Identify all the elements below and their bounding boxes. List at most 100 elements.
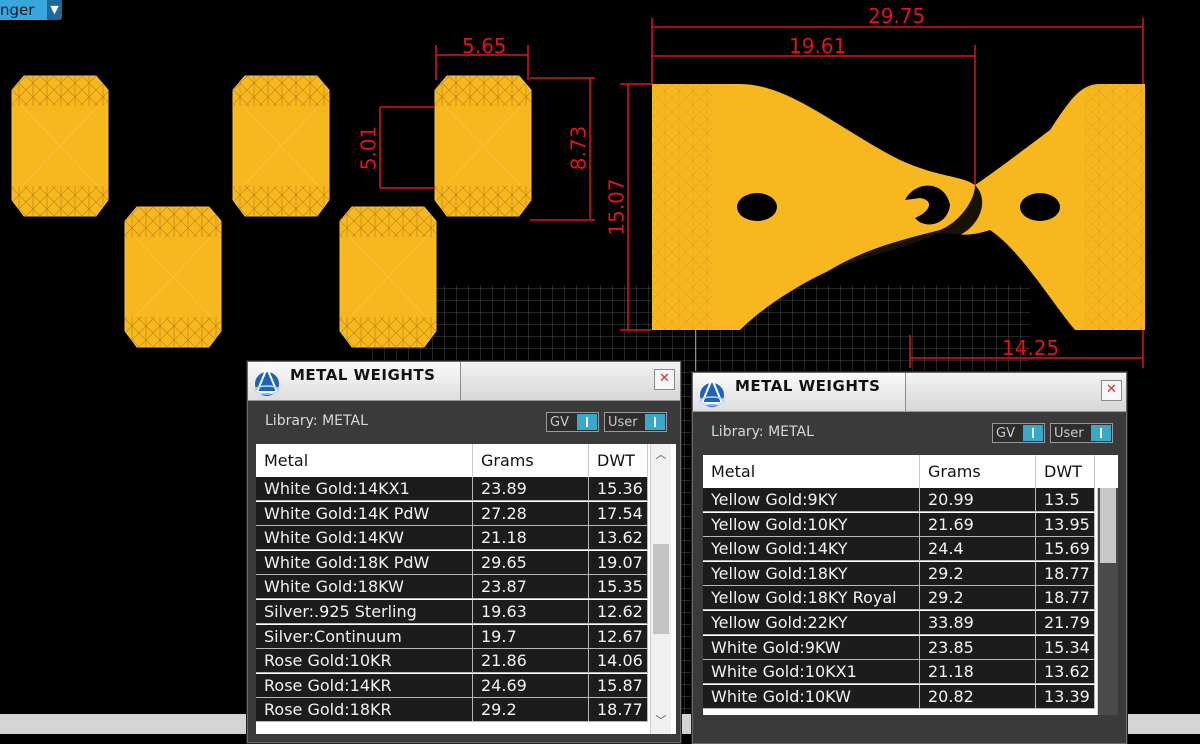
panel-titlebar[interactable]: METAL WEIGHTS ✕ bbox=[248, 362, 680, 401]
cell-grams: 23.85 bbox=[920, 635, 1036, 660]
panel-title: METAL WEIGHTS bbox=[735, 377, 881, 395]
table-row[interactable]: Rose Gold:10KR 21.86 14.06 bbox=[256, 649, 648, 674]
toggle-knob bbox=[577, 414, 597, 430]
cell-metal: White Gold:10KW bbox=[703, 684, 920, 709]
cell-dwt: 15.87 bbox=[589, 673, 648, 698]
cell-dwt: 17.54 bbox=[589, 501, 648, 526]
cell-grams: 19.7 bbox=[473, 624, 589, 649]
table-row[interactable]: White Gold:14KX1 23.89 15.36 bbox=[256, 477, 648, 501]
table-row[interactable]: Yellow Gold:18KY Royal 29.2 18.77 bbox=[703, 586, 1095, 611]
table-row[interactable]: White Gold:14KW 21.18 13.62 bbox=[256, 526, 648, 551]
cell-metal: Yellow Gold:10KY bbox=[703, 512, 920, 537]
library-label: Library: METAL bbox=[265, 413, 368, 429]
cell-dwt: 18.77 bbox=[589, 698, 648, 723]
toggle-knob bbox=[1023, 425, 1043, 441]
column-header-metal[interactable]: Metal bbox=[703, 455, 920, 488]
cell-metal: Rose Gold:10KR bbox=[256, 649, 473, 674]
table-row[interactable]: Yellow Gold:9KY 20.99 13.5 bbox=[703, 488, 1095, 512]
cell-metal: Yellow Gold:14KY bbox=[703, 537, 920, 562]
cell-dwt: 18.77 bbox=[1036, 586, 1095, 611]
close-button[interactable]: ✕ bbox=[654, 369, 675, 390]
panel-titlebar[interactable]: METAL WEIGHTS ✕ bbox=[693, 373, 1126, 412]
cell-grams: 27.28 bbox=[473, 501, 589, 526]
column-header-grams[interactable]: Grams bbox=[473, 444, 589, 477]
cell-metal: White Gold:14K PdW bbox=[256, 501, 473, 526]
scrollbar-thumb[interactable] bbox=[653, 544, 669, 634]
cell-dwt: 15.34 bbox=[1036, 635, 1095, 660]
gem-4 bbox=[124, 206, 222, 348]
cell-grams: 33.89 bbox=[920, 611, 1036, 635]
gem-5 bbox=[339, 206, 437, 348]
panel-title: METAL WEIGHTS bbox=[290, 366, 436, 384]
table-row[interactable]: Yellow Gold:18KY 29.2 18.77 bbox=[703, 561, 1095, 586]
metal-table: Metal Grams DWT White Gold:14KX1 23.89 15.… bbox=[256, 444, 676, 734]
dimension-label: 29.75 bbox=[868, 4, 926, 28]
cell-dwt: 21.79 bbox=[1036, 611, 1095, 635]
cell-metal: Yellow Gold:9KY bbox=[703, 488, 920, 512]
dimension-label: 15.07 bbox=[604, 178, 629, 236]
cell-metal: White Gold:9KW bbox=[703, 635, 920, 660]
table-row[interactable]: White Gold:18K PdW 29.65 19.07 bbox=[256, 550, 648, 575]
metal-weights-app-icon bbox=[254, 365, 280, 396]
dimension-label: 8.73 bbox=[566, 125, 591, 171]
cell-grams: 29.2 bbox=[920, 586, 1036, 611]
gem-1 bbox=[11, 75, 109, 217]
scrollbar-thumb[interactable] bbox=[1100, 488, 1116, 563]
cell-grams: 24.69 bbox=[473, 673, 589, 698]
cell-dwt: 12.62 bbox=[589, 600, 648, 624]
close-icon: ✕ bbox=[659, 371, 670, 386]
mode-dropdown[interactable]: nger ▼ bbox=[0, 0, 62, 20]
cell-dwt: 15.35 bbox=[589, 575, 648, 600]
cell-metal: Silver:.925 Sterling bbox=[256, 600, 473, 624]
cell-metal: Rose Gold:14KR bbox=[256, 673, 473, 698]
gv-toggle-label: GV bbox=[550, 415, 569, 430]
table-row[interactable]: White Gold:10KW 20.82 13.39 bbox=[703, 684, 1095, 709]
table-row[interactable]: Silver:.925 Sterling 19.63 12.62 bbox=[256, 600, 648, 624]
table-row[interactable]: Rose Gold:14KR 24.69 15.87 bbox=[256, 673, 648, 698]
user-toggle[interactable]: User bbox=[604, 412, 667, 432]
ring-shank-shape bbox=[652, 84, 1145, 330]
table-row[interactable]: White Gold:14K PdW 27.28 17.54 bbox=[256, 501, 648, 526]
user-toggle[interactable]: User bbox=[1050, 423, 1113, 443]
triangle-down-icon[interactable]: ▼ bbox=[47, 0, 62, 20]
cell-metal: White Gold:14KX1 bbox=[256, 477, 473, 501]
panel-body: Library: METAL GV User Metal Grams DWT Y… bbox=[693, 412, 1126, 743]
table-row[interactable]: Silver:Continuum 19.7 12.67 bbox=[256, 624, 648, 649]
dimension-label: 5.01 bbox=[356, 125, 381, 171]
column-header-dwt[interactable]: DWT bbox=[1036, 455, 1095, 488]
dimension-label: 14.25 bbox=[1002, 336, 1060, 360]
cell-grams: 21.86 bbox=[473, 649, 589, 674]
cell-grams: 29.65 bbox=[473, 550, 589, 575]
dimension-label: 5.65 bbox=[462, 34, 507, 58]
cell-metal: White Gold:14KW bbox=[256, 526, 473, 551]
table-header: Metal Grams DWT bbox=[703, 455, 1095, 488]
column-header-metal[interactable]: Metal bbox=[256, 444, 473, 477]
table-row[interactable]: White Gold:9KW 23.85 15.34 bbox=[703, 635, 1095, 660]
column-header-grams[interactable]: Grams bbox=[920, 455, 1036, 488]
metal-table: Metal Grams DWT Yellow Gold:9KY 20.99 13.5… bbox=[703, 455, 1118, 715]
table-row[interactable]: Yellow Gold:10KY 21.69 13.95 bbox=[703, 512, 1095, 537]
cell-grams: 29.2 bbox=[920, 561, 1036, 586]
cell-dwt: 14.06 bbox=[589, 649, 648, 674]
dimension-label: 19.61 bbox=[789, 34, 847, 58]
metal-weights-panel-left: METAL WEIGHTS ✕ Library: METAL GV User M… bbox=[247, 361, 681, 743]
gv-toggle[interactable]: GV bbox=[992, 423, 1045, 443]
table-header: Metal Grams DWT bbox=[256, 444, 648, 477]
cell-grams: 21.18 bbox=[473, 526, 589, 551]
table-row[interactable]: White Gold:18KW 23.87 15.35 bbox=[256, 575, 648, 600]
close-button[interactable]: ✕ bbox=[1101, 380, 1122, 401]
table-row[interactable]: Yellow Gold:22KY 33.89 21.79 bbox=[703, 611, 1095, 635]
close-icon: ✕ bbox=[1106, 382, 1117, 397]
vertical-scrollbar[interactable] bbox=[1097, 488, 1118, 715]
table-row[interactable]: Rose Gold:18KR 29.2 18.77 bbox=[256, 698, 648, 723]
table-row[interactable]: Yellow Gold:14KY 24.4 15.69 bbox=[703, 537, 1095, 562]
gv-toggle[interactable]: GV bbox=[546, 412, 599, 432]
cell-metal: Silver:Continuum bbox=[256, 624, 473, 649]
scroll-up-icon[interactable]: ︿ bbox=[651, 446, 671, 464]
panel-body: Library: METAL GV User Metal Grams DWT W… bbox=[248, 401, 680, 742]
vertical-scrollbar[interactable]: ︿ ﹀ bbox=[650, 444, 671, 734]
cell-metal: White Gold:18K PdW bbox=[256, 550, 473, 575]
column-header-dwt[interactable]: DWT bbox=[589, 444, 648, 477]
scroll-down-icon[interactable]: ﹀ bbox=[651, 712, 671, 730]
table-row[interactable]: White Gold:10KX1 21.18 13.62 bbox=[703, 660, 1095, 685]
